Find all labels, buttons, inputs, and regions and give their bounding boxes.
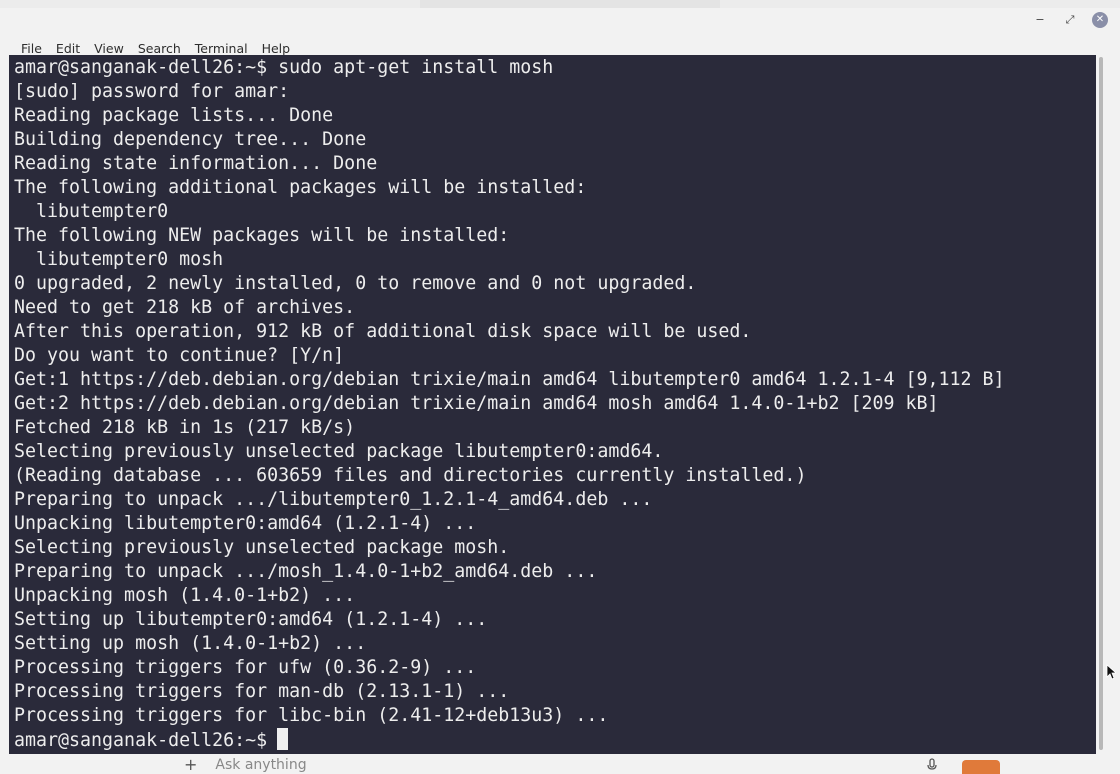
terminal-line: Processing triggers for libc-bin (2.41-1… xyxy=(14,705,609,726)
window-controls: − ⤢ ✕ xyxy=(1032,12,1108,28)
background-chat-bar: + Ask anything xyxy=(166,756,1066,774)
mouse-pointer-icon xyxy=(1106,664,1116,680)
terminal-prompt-line: amar@sanganak-dell26:~$ xyxy=(14,728,1005,752)
terminal-line: Processing triggers for man-db (2.13.1-1… xyxy=(14,681,510,702)
background-mic-icon xyxy=(927,758,937,770)
terminal-line: Need to get 218 kB of archives. xyxy=(14,297,356,318)
terminal-line: Reading package lists... Done xyxy=(14,105,334,126)
terminal-line: libutempter0 mosh xyxy=(14,249,224,270)
close-button[interactable]: ✕ xyxy=(1092,12,1108,28)
terminal-line: The following NEW packages will be insta… xyxy=(14,225,510,246)
background-chat-input: Ask anything xyxy=(215,757,307,773)
terminal-line: Get:2 https://deb.debian.org/debian trix… xyxy=(14,393,939,414)
scrollbar[interactable] xyxy=(1096,55,1106,754)
terminal-line: After this operation, 912 kB of addition… xyxy=(14,321,752,342)
terminal-line: Unpacking libutempter0:amd64 (1.2.1-4) .… xyxy=(14,513,477,534)
minimize-button[interactable]: − xyxy=(1032,12,1048,28)
terminal-line: Unpacking mosh (1.4.0-1+b2) ... xyxy=(14,585,356,606)
terminal-line: amar@sanganak-dell26:~$ sudo apt-get ins… xyxy=(14,57,554,78)
maximize-button[interactable]: ⤢ xyxy=(1062,12,1078,28)
background-window-edge xyxy=(420,0,720,8)
terminal-lines: amar@sanganak-dell26:~$ sudo apt-get ins… xyxy=(14,56,1005,752)
terminal-line: Get:1 https://deb.debian.org/debian trix… xyxy=(14,369,1005,390)
scrollbar-thumb[interactable] xyxy=(1099,57,1103,750)
terminal-output[interactable]: amar@sanganak-dell26:~$ sudo apt-get ins… xyxy=(9,55,1096,754)
terminal-line: (Reading database ... 603659 files and d… xyxy=(14,465,807,486)
terminal-line: Setting up libutempter0:amd64 (1.2.1-4) … xyxy=(14,609,488,630)
terminal-line: Do you want to continue? [Y/n] xyxy=(14,345,345,366)
terminal-line: Fetched 218 kB in 1s (217 kB/s) xyxy=(14,417,356,438)
terminal-line: Processing triggers for ufw (0.36.2-9) .… xyxy=(14,657,477,678)
terminal-cursor xyxy=(277,728,289,750)
background-plus-icon: + xyxy=(184,755,198,774)
terminal-line: libutempter0 xyxy=(14,201,169,222)
terminal-line: Setting up mosh (1.4.0-1+b2) ... xyxy=(14,633,367,654)
terminal-line: The following additional packages will b… xyxy=(14,177,587,198)
background-send-button xyxy=(962,760,1000,774)
background-app-strip: + Ask anything xyxy=(0,754,1120,774)
title-bar[interactable]: − ⤢ ✕ xyxy=(0,8,1120,36)
terminal-line: Preparing to unpack .../mosh_1.4.0-1+b2_… xyxy=(14,561,598,582)
terminal-line: Building dependency tree... Done xyxy=(14,129,367,150)
terminal-prompt: amar@sanganak-dell26:~$ xyxy=(14,730,268,751)
terminal-line: 0 upgraded, 2 newly installed, 0 to remo… xyxy=(14,273,697,294)
terminal-line: Selecting previously unselected package … xyxy=(14,441,664,462)
terminal-line: [sudo] password for amar: xyxy=(14,81,290,102)
terminal-line: Preparing to unpack .../libutempter0_1.2… xyxy=(14,489,653,510)
terminal-line: Selecting previously unselected package … xyxy=(14,537,510,558)
terminal-line: Reading state information... Done xyxy=(14,153,378,174)
